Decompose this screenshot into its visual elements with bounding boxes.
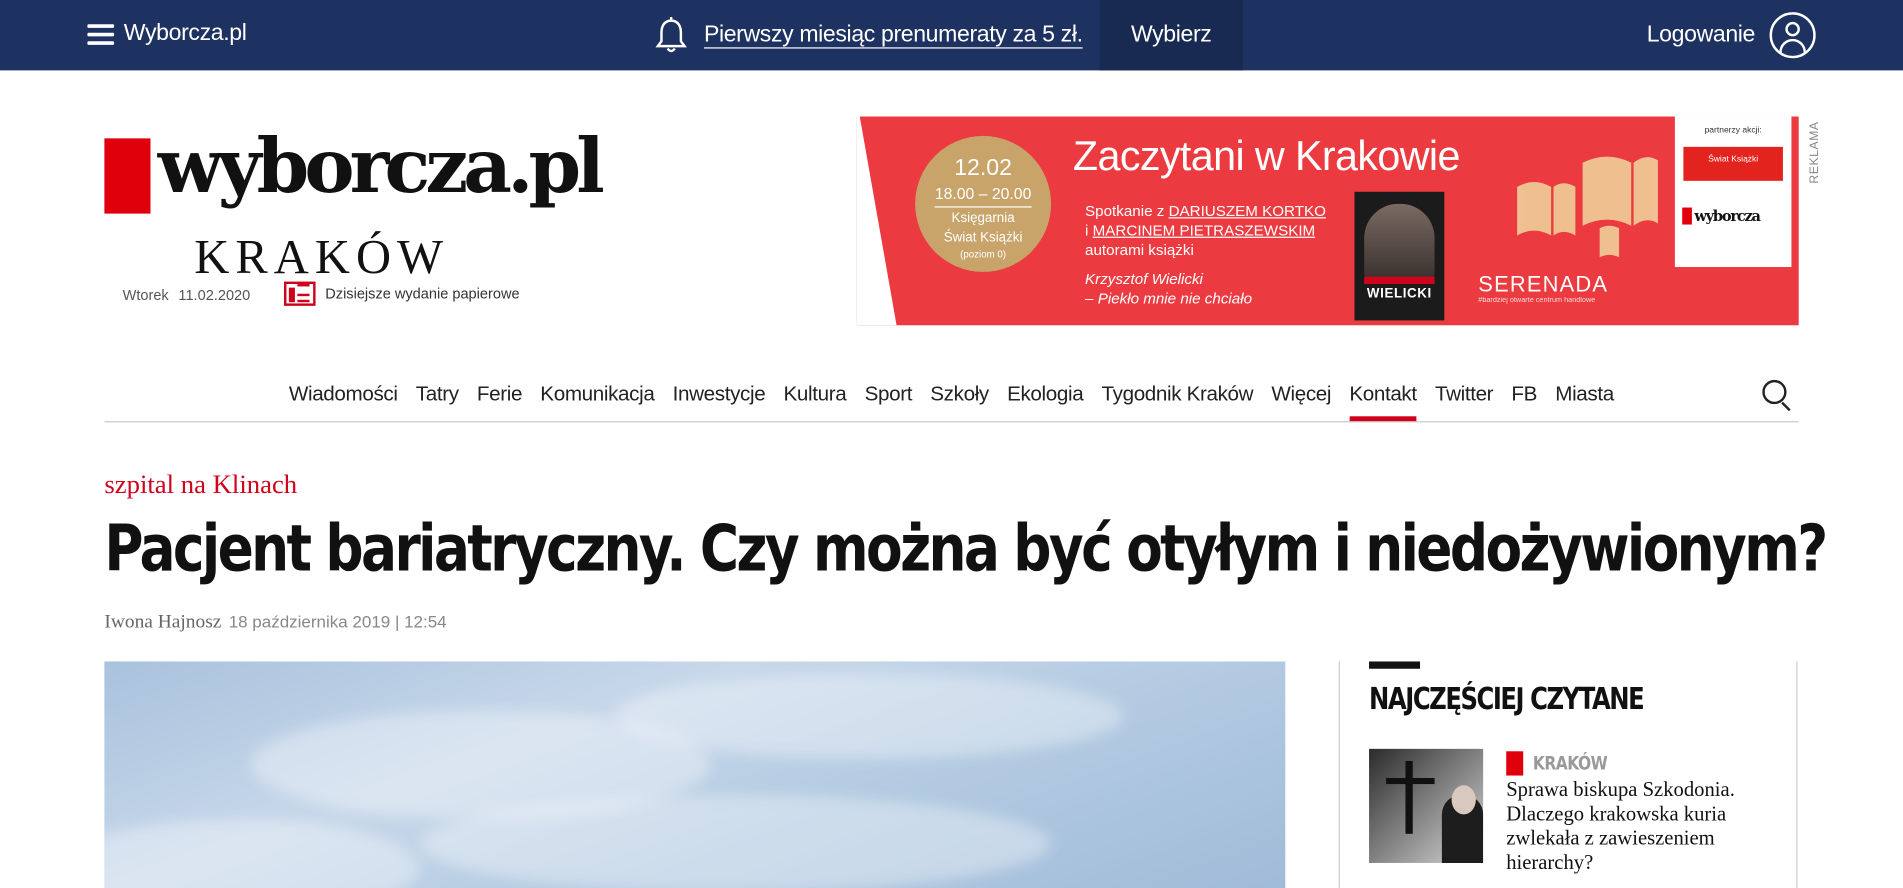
ad-place-2: Świat Książki xyxy=(943,230,1023,246)
ad-mall-logo: SERENADA #bardziej otwarte centrum handl… xyxy=(1478,272,1608,305)
top-bar: Wyborcza.pl Pierwszy miesiąc prenumeraty… xyxy=(0,0,1903,71)
login-button[interactable]: Logowanie xyxy=(1646,12,1816,59)
ad-copy-prefix: Spotkanie z xyxy=(1085,202,1165,220)
subscription-promo: Pierwszy miesiąc prenumeraty za 5 zł. xyxy=(655,16,1083,53)
date-line: Wtorek 11.02.2020 xyxy=(123,286,251,303)
section-nav: Wiadomości Tatry Ferie Komunikacja Inwestycj… xyxy=(104,370,1799,423)
newspaper-icon xyxy=(284,281,316,306)
ad-place-1: Księgarnia xyxy=(951,211,1015,226)
ad-partners-box: partnerzy akcji: Świat Książki wyborcza xyxy=(1674,116,1792,268)
article-author[interactable]: Iwona Hajnosz xyxy=(104,612,221,634)
city-edition-title[interactable]: KRAKÓW xyxy=(194,228,449,285)
date: 11.02.2020 xyxy=(178,286,251,304)
nav-item-fb[interactable]: FB xyxy=(1511,370,1537,421)
ad-book-title: Krzysztof Wielicki – Piekło mnie nie chc… xyxy=(1085,269,1352,308)
advertisement-banner[interactable]: 12.02 18.00 – 20.00 Księgarnia Świat Ksi… xyxy=(856,116,1799,326)
ad-time: 18.00 – 20.00 xyxy=(934,184,1032,208)
most-read-thumbnail xyxy=(1369,748,1484,863)
nav-list: Wiadomości Tatry Ferie Komunikacja Inwestycj… xyxy=(289,370,1614,422)
article-published: 18 października 2019 | 12:54 xyxy=(228,611,447,632)
hero-cloud xyxy=(104,819,420,888)
nav-item-tatry[interactable]: Tatry xyxy=(416,370,459,421)
nav-item-ferie[interactable]: Ferie xyxy=(477,370,523,421)
nav-item-twitter[interactable]: Twitter xyxy=(1435,370,1494,421)
ad-partner-1: Świat Książki xyxy=(1683,146,1783,181)
ad-book-line-2: – Piekło mnie nie chciało xyxy=(1085,290,1253,308)
nav-item-więcej[interactable]: Więcej xyxy=(1271,370,1331,421)
site-label: Wyborcza.pl xyxy=(123,20,247,47)
ad-author-2: MARCINEM PIETRASZEWSKIM xyxy=(1092,222,1316,240)
open-books-icon xyxy=(1517,156,1658,258)
ad-copy-and: i xyxy=(1085,222,1089,240)
ad-tag: REKLAMA xyxy=(1808,121,1822,184)
sidebar-heading: NAJCZĘŚCIEJ CZYTANE xyxy=(1369,680,1645,717)
ad-book-cover-name: WIELICKI xyxy=(1366,286,1432,301)
paper-edition-label: Dzisiejsze wydanie papierowe xyxy=(325,285,520,303)
article-byline: Iwona Hajnosz 18 października 2019 | 12:… xyxy=(104,612,446,634)
article-hero-image[interactable] xyxy=(104,661,1286,888)
nav-item-inwestycje[interactable]: Inwestycje xyxy=(673,370,766,421)
most-read-item[interactable]: KRAKÓW Sprawa biskupa Szkodonia. Dlaczeg… xyxy=(1369,748,1770,874)
main-menu-button[interactable]: Wyborcza.pl xyxy=(87,20,247,48)
ad-place-note: (poziom 0) xyxy=(960,248,1007,260)
user-icon xyxy=(1769,12,1816,59)
nav-item-wiadomości[interactable]: Wiadomości xyxy=(289,370,398,421)
hero-cloud xyxy=(614,673,1124,759)
ad-mall-name: SERENADA xyxy=(1478,271,1609,297)
sidebar-rule xyxy=(1369,661,1421,669)
nav-item-kontakt[interactable]: Kontakt xyxy=(1349,370,1417,422)
ad-book-cover: WIELICKI xyxy=(1354,191,1445,321)
nav-item-komunikacja[interactable]: Komunikacja xyxy=(540,370,654,421)
most-read-section-label: KRAKÓW xyxy=(1532,752,1608,775)
nav-item-tygodnik-kraków[interactable]: Tygodnik Kraków xyxy=(1102,370,1254,421)
ad-book-portrait xyxy=(1364,203,1435,280)
ad-headline: Zaczytani w Krakowie xyxy=(1072,133,1461,180)
most-read-sidebar: NAJCZĘŚCIEJ CZYTANE KRAKÓW Sprawa biskup… xyxy=(1338,661,1798,888)
nav-item-sport[interactable]: Sport xyxy=(865,370,913,421)
hero-cloud xyxy=(419,794,1052,888)
ad-date: 12.02 xyxy=(954,155,1012,181)
search-icon[interactable] xyxy=(1760,377,1794,412)
ad-copy-suffix: autorami książki xyxy=(1085,241,1194,259)
ad-slant-edge xyxy=(856,116,903,326)
choose-subscription-button[interactable]: Wybierz xyxy=(1099,0,1243,71)
nav-item-szkoły[interactable]: Szkoły xyxy=(930,370,989,421)
nav-item-kultura[interactable]: Kultura xyxy=(784,370,847,421)
logo-wordmark: wyborcza.pl xyxy=(157,121,605,210)
ad-book-line-1: Krzysztof Wielicki xyxy=(1085,270,1203,288)
logo-red-square xyxy=(104,138,151,214)
article-headline: Pacjent bariatryczny. Czy można być otył… xyxy=(104,512,1828,587)
section-marker xyxy=(1506,751,1524,776)
hamburger-icon xyxy=(87,23,115,45)
ad-copy: Spotkanie z DARIUSZEM KORTKO i MARCINEM … xyxy=(1085,201,1352,308)
nav-item-miasta[interactable]: Miasta xyxy=(1555,370,1614,421)
ad-event-badge: 12.02 18.00 – 20.00 Księgarnia Świat Ksi… xyxy=(915,135,1052,272)
most-read-section: KRAKÓW xyxy=(1506,751,1620,776)
paper-edition-link[interactable]: Dzisiejsze wydanie papierowe xyxy=(284,281,520,306)
most-read-title[interactable]: Sprawa biskupa Szkodonia. Dlaczego krako… xyxy=(1506,778,1767,875)
ad-book-bar xyxy=(1364,276,1435,285)
article-kicker[interactable]: szpital na Klinach xyxy=(104,468,297,500)
ad-author-1: DARIUSZEM KORTKO xyxy=(1168,202,1326,220)
weekday: Wtorek xyxy=(122,286,169,304)
promo-link[interactable]: Pierwszy miesiąc prenumeraty za 5 zł. xyxy=(704,22,1083,49)
login-label: Logowanie xyxy=(1646,21,1756,48)
bell-icon xyxy=(655,16,687,53)
ad-mall-sub: #bardziej otwarte centrum handlowe xyxy=(1478,297,1596,305)
nav-item-ekologia[interactable]: Ekologia xyxy=(1007,370,1084,421)
ad-partner-2: wyborcza xyxy=(1682,207,1791,225)
ad-partner-2-label: wyborcza xyxy=(1694,207,1761,225)
page: Wyborcza.pl Pierwszy miesiąc prenumeraty… xyxy=(0,0,1903,888)
ad-partner-label: partnerzy akcji: xyxy=(1704,126,1762,135)
